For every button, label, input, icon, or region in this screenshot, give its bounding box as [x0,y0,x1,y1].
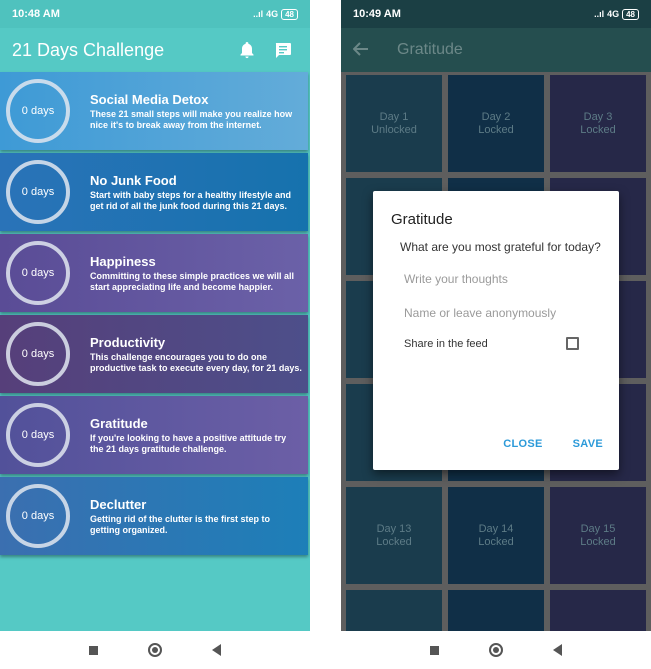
app-bar: Gratitude [341,28,651,72]
chat-icon[interactable] [268,35,298,65]
days-count: 0 days [21,267,55,279]
day-tile[interactable]: Day 16 [346,590,442,631]
back-arrow-icon[interactable] [352,40,383,61]
challenge-description: These 21 small steps will make you reali… [90,108,293,130]
day-tile[interactable]: Day 18 [550,590,646,631]
day-name: Day 1 [379,110,409,123]
nav-bar [341,631,651,669]
status-time: 10:49 AM [353,8,401,20]
challenge-text: Happiness Committing to these simple prac… [90,254,302,293]
challenge-title: Happiness [90,253,156,269]
status-bar: 10:48 AM ..ıl 4G 48 [0,0,310,28]
nav-bar [0,631,310,669]
progress-ring: 0 days [6,484,70,548]
challenge-title: Productivity [90,334,166,350]
challenge-card[interactable]: 0 days Happiness Committing to these simpl… [0,234,308,312]
gratitude-dialog: Gratitude What are you most grateful for… [373,191,619,470]
day-name: Day 15 [580,522,616,535]
day-state: Locked [478,123,514,136]
day-name: Day 13 [376,522,412,535]
status-indicators: ..ıl 4G 48 [253,8,298,20]
day-tile[interactable]: Day 14 Locked [448,487,544,584]
challenge-text: No Junk Food Start with baby steps for a … [90,173,302,212]
app-title: 21 Days Challenge [12,39,165,60]
challenge-card[interactable]: 0 days Productivity This challenge encoura… [0,315,308,393]
challenge-list-screen: 10:48 AM ..ıl 4G 48 21 Days Challenge 0 … [0,0,310,669]
days-count: 0 days [21,348,55,360]
challenge-description: This challenge encourages you to do one … [90,351,302,373]
day-tile[interactable]: Day 15 Locked [550,487,646,584]
dialog-question: What are you most grateful for today? [400,240,601,254]
network-label: 4G [607,9,620,19]
day-tile[interactable]: Day 17 [448,590,544,631]
home-icon[interactable] [148,643,162,657]
days-count: 0 days [21,105,55,117]
day-state: Locked [580,123,616,136]
signal-icon: ..ıl [253,9,264,19]
progress-ring: 0 days [6,79,70,143]
bell-icon[interactable] [232,35,262,65]
recents-icon[interactable] [89,645,98,655]
share-label: Share in the feed [404,337,488,350]
challenge-description: Start with baby steps for a healthy life… [90,189,292,211]
days-count: 0 days [21,186,55,198]
progress-ring: 0 days [6,403,70,467]
share-checkbox[interactable] [566,337,579,350]
save-button[interactable]: SAVE [573,438,603,450]
status-time: 10:48 AM [12,8,60,20]
days-count: 0 days [21,429,55,441]
challenge-text: Declutter Getting rid of the clutter is t… [90,497,302,536]
progress-ring: 0 days [6,160,70,224]
progress-ring: 0 days [6,241,70,305]
challenge-title: Social Media Detox [90,91,209,107]
screen-title: Gratitude [397,41,463,58]
day-state: Locked [580,535,616,548]
day-tile[interactable]: Day 1 Unlocked [346,75,442,172]
challenge-description: Getting rid of the clutter is the first … [90,513,271,535]
challenge-description: Committing to these simple practices we … [90,270,295,292]
back-nav-icon[interactable] [212,644,221,656]
challenge-text: Gratitude If you're looking to have a pos… [90,416,302,455]
battery-icon: 48 [622,8,639,20]
day-tile[interactable]: Day 2 Locked [448,75,544,172]
app-bar: 21 Days Challenge [0,28,310,72]
dialog-actions: CLOSE SAVE [503,438,603,450]
back-nav-icon[interactable] [553,644,562,656]
day-tile[interactable]: Day 3 Locked [550,75,646,172]
challenge-title: No Junk Food [90,172,177,188]
challenge-card[interactable]: 0 days Social Media Detox These 21 small s… [0,72,308,150]
challenge-card[interactable]: 0 days Declutter Getting rid of the clutte… [0,477,308,555]
challenge-text: Social Media Detox These 21 small steps w… [90,92,302,131]
status-bar: 10:49 AM ..ıl 4G 48 [341,0,651,28]
close-button[interactable]: CLOSE [503,438,542,450]
challenge-card[interactable]: 0 days No Junk Food Start with baby steps … [0,153,308,231]
challenge-description: If you're looking to have a positive att… [90,432,287,454]
challenge-list: 0 days Social Media Detox These 21 small s… [0,72,310,634]
day-state: Locked [376,535,412,548]
challenge-text: Productivity This challenge encourages yo… [90,335,302,374]
network-label: 4G [266,9,279,19]
battery-icon: 48 [281,8,298,20]
days-count: 0 days [21,510,55,522]
challenge-title: Declutter [90,496,147,512]
name-input[interactable] [404,303,604,323]
signal-icon: ..ıl [594,9,605,19]
gratitude-screen: 10:49 AM ..ıl 4G 48 Gratitude Day 1 Unloc… [341,0,651,669]
day-state: Locked [478,535,514,548]
day-name: Day 2 [481,110,511,123]
day-state: Unlocked [371,123,417,136]
recents-icon[interactable] [430,645,439,655]
thoughts-input[interactable] [404,269,604,289]
day-name: Day 14 [478,522,514,535]
share-row: Share in the feed [404,337,579,350]
progress-ring: 0 days [6,322,70,386]
home-icon[interactable] [489,643,503,657]
status-indicators: ..ıl 4G 48 [594,8,639,20]
challenge-title: Gratitude [90,415,148,431]
day-name: Day 3 [583,110,613,123]
day-tile[interactable]: Day 13 Locked [346,487,442,584]
challenge-card[interactable]: 0 days Gratitude If you're looking to have… [0,396,308,474]
dialog-title: Gratitude [391,211,453,228]
